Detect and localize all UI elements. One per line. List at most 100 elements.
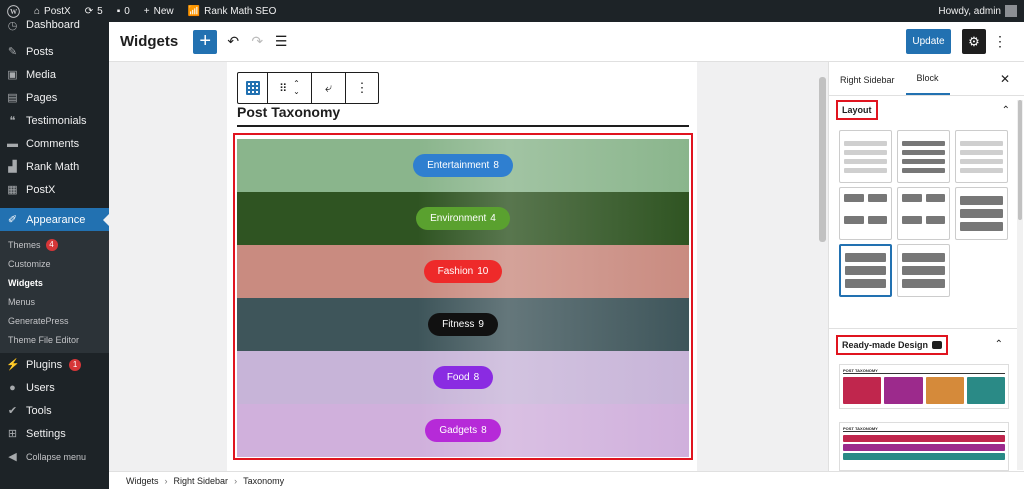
taxonomy-pill[interactable]: Fashion 10 (423, 260, 503, 283)
redo-icon[interactable]: ↷ (245, 33, 269, 50)
layout-option-selected[interactable] (839, 244, 892, 297)
taxonomy-pill[interactable]: Gadgets 8 (425, 419, 501, 442)
chevron-up-icon[interactable]: ⌃ (1002, 105, 1010, 116)
submenu-item-themes[interactable]: Themes 4 (0, 235, 109, 254)
layout-option[interactable] (839, 130, 892, 183)
plus-icon: + (199, 30, 212, 52)
preview-title: POST TAXONOMY (843, 426, 1005, 432)
chevron-up-icon[interactable]: ⌃ (995, 339, 1003, 350)
taxonomy-row[interactable]: Entertainment 8 (237, 139, 689, 192)
refresh-icon: ⟳ (84, 5, 94, 17)
account-menu[interactable]: Howdy, admin (931, 0, 1024, 22)
admin-sidebar: ◷ Dashboard ✎ Posts ▣ Media ▤ Pages ❝ Testimo… (0, 19, 109, 489)
drag-handle-icon[interactable]: ⠿ (279, 82, 287, 95)
preview-row (843, 435, 1005, 460)
move-up-down-icon[interactable]: ⌃ ⌄ (293, 80, 300, 96)
taxonomy-pill[interactable]: Food 8 (432, 366, 494, 389)
submenu-item-menus[interactable]: Menus (0, 292, 109, 311)
scrollbar-thumb[interactable] (819, 77, 826, 242)
postx-icon: ▦ (7, 184, 18, 196)
panel-scrollbar[interactable] (1017, 100, 1023, 470)
submenu-item-customize[interactable]: Customize (0, 254, 109, 273)
sidebar-item-users[interactable]: ● Users (0, 376, 109, 399)
settings-panel: Right Sidebar Block ✕ Layout ⌃ Ready-mad… (828, 62, 1024, 471)
options-menu-button[interactable]: ⋮ (993, 30, 1007, 52)
taxonomy-pill[interactable]: Environment 4 (416, 207, 510, 230)
submenu-item-theme-file-editor[interactable]: Theme File Editor (0, 330, 109, 349)
youtube-icon[interactable] (932, 340, 943, 349)
list-view-icon[interactable]: ☰ (269, 33, 293, 50)
new-content-link[interactable]: + New (137, 0, 181, 22)
taxonomy-row[interactable]: Fashion 10 (237, 245, 689, 298)
layout-option[interactable] (897, 130, 950, 183)
sidebar-item-rank-math[interactable]: ▟ Rank Math (0, 155, 109, 178)
breadcrumb-item[interactable]: Taxonomy (243, 476, 284, 486)
taxonomy-pill[interactable]: Entertainment 8 (413, 154, 513, 177)
settings-toggle-button[interactable]: ⚙ (962, 29, 986, 54)
sidebar-item-postx[interactable]: ▦ PostX (0, 178, 109, 201)
breadcrumb-item[interactable]: Widgets (126, 476, 159, 486)
sidebar-item-tools[interactable]: ✔ Tools (0, 399, 109, 422)
taxonomy-row[interactable]: Gadgets 8 (237, 404, 689, 457)
title-divider (237, 125, 689, 127)
appearance-submenu: Themes 4 Customize Widgets Menus Generate… (0, 231, 109, 353)
collapse-menu-button[interactable]: ◀ Collapse menu (0, 445, 109, 468)
submenu-item-generatepress[interactable]: GeneratePress (0, 311, 109, 330)
plugins-badge: 1 (69, 358, 82, 371)
update-button[interactable]: Update (906, 29, 951, 54)
sidebar-item-label: Testimonials (26, 114, 87, 127)
sidebar-item-pages[interactable]: ▤ Pages (0, 86, 109, 109)
comments-link[interactable]: ▪ 0 (110, 0, 137, 22)
comment-icon: ▬ (7, 137, 18, 150)
sidebar-item-comments[interactable]: ▬ Comments (0, 132, 109, 155)
editor-header: Widgets + ↶ ↷ ☰ Update ⚙ ⋮ (109, 22, 1024, 62)
submenu-label: Themes (8, 239, 41, 250)
block-options-button[interactable]: ⋮ (346, 73, 378, 103)
sidebar-item-posts[interactable]: ✎ Posts (0, 40, 109, 63)
block-inserter-button[interactable]: + (193, 29, 218, 54)
transform-button[interactable]: ⤶ (312, 73, 346, 103)
taxonomy-name: Entertainment (427, 160, 490, 171)
comments-count: 0 (124, 5, 130, 17)
tab-block[interactable]: Block (905, 61, 950, 95)
sidebar-item-dashboard[interactable]: ◷ Dashboard (0, 18, 109, 32)
taxonomy-row[interactable]: Environment 4 (237, 192, 689, 245)
taxonomy-row[interactable]: Food 8 (237, 351, 689, 404)
grid-icon (245, 81, 260, 95)
rank-math-label: Rank Math SEO (204, 5, 277, 17)
undo-icon[interactable]: ↶ (221, 33, 245, 50)
layout-option[interactable] (897, 187, 950, 240)
layout-section-header[interactable]: Layout ⌃ (829, 98, 1024, 122)
ready-made-section-header[interactable]: Ready-made Design ⌃ (829, 328, 1017, 360)
close-icon[interactable]: ✕ (1000, 72, 1010, 86)
tab-right-sidebar[interactable]: Right Sidebar (829, 61, 906, 95)
breadcrumb-item[interactable]: Right Sidebar (174, 476, 229, 486)
sidebar-item-label: PostX (26, 183, 56, 196)
block-type-button[interactable] (238, 73, 268, 103)
taxonomy-pill[interactable]: Fitness 9 (428, 313, 498, 336)
sidebar-item-media[interactable]: ▣ Media (0, 63, 109, 86)
layout-option[interactable] (839, 187, 892, 240)
layout-option[interactable] (897, 244, 950, 297)
layout-option[interactable] (955, 187, 1008, 240)
canvas-scrollbar[interactable] (817, 62, 828, 471)
design-preview[interactable]: POST TAXONOMY (839, 422, 1009, 471)
taxonomy-row[interactable]: Fitness 9 (237, 298, 689, 351)
plus-icon: + (143, 5, 150, 17)
taxonomy-name: Fitness (442, 319, 475, 330)
editor-canvas: ⠿ ⌃ ⌄ ⤶ ⋮ Post Taxonomy Entertainment 8 En… (109, 62, 828, 471)
sidebar-item-appearance[interactable]: ✐ Appearance (0, 208, 109, 231)
comment-bubble-icon: ▪ (116, 5, 121, 17)
submenu-item-widgets[interactable]: Widgets (0, 273, 109, 292)
avatar (1005, 5, 1017, 17)
design-preview[interactable]: POST TAXONOMY (839, 364, 1009, 409)
layout-option[interactable] (955, 130, 1008, 183)
sidebar-item-label: Rank Math (26, 160, 80, 173)
sidebar-item-settings[interactable]: ⊞ Settings (0, 422, 109, 445)
submenu-label: Menus (8, 296, 36, 307)
rank-math-link[interactable]: 📶 Rank Math SEO (181, 0, 284, 22)
sidebar-item-testimonials[interactable]: ❝ Testimonials (0, 109, 109, 132)
sidebar-item-plugins[interactable]: ⚡ Plugins 1 (0, 353, 109, 376)
plugin-icon: ⚡ (6, 359, 20, 371)
scrollbar-thumb[interactable] (1018, 100, 1022, 220)
